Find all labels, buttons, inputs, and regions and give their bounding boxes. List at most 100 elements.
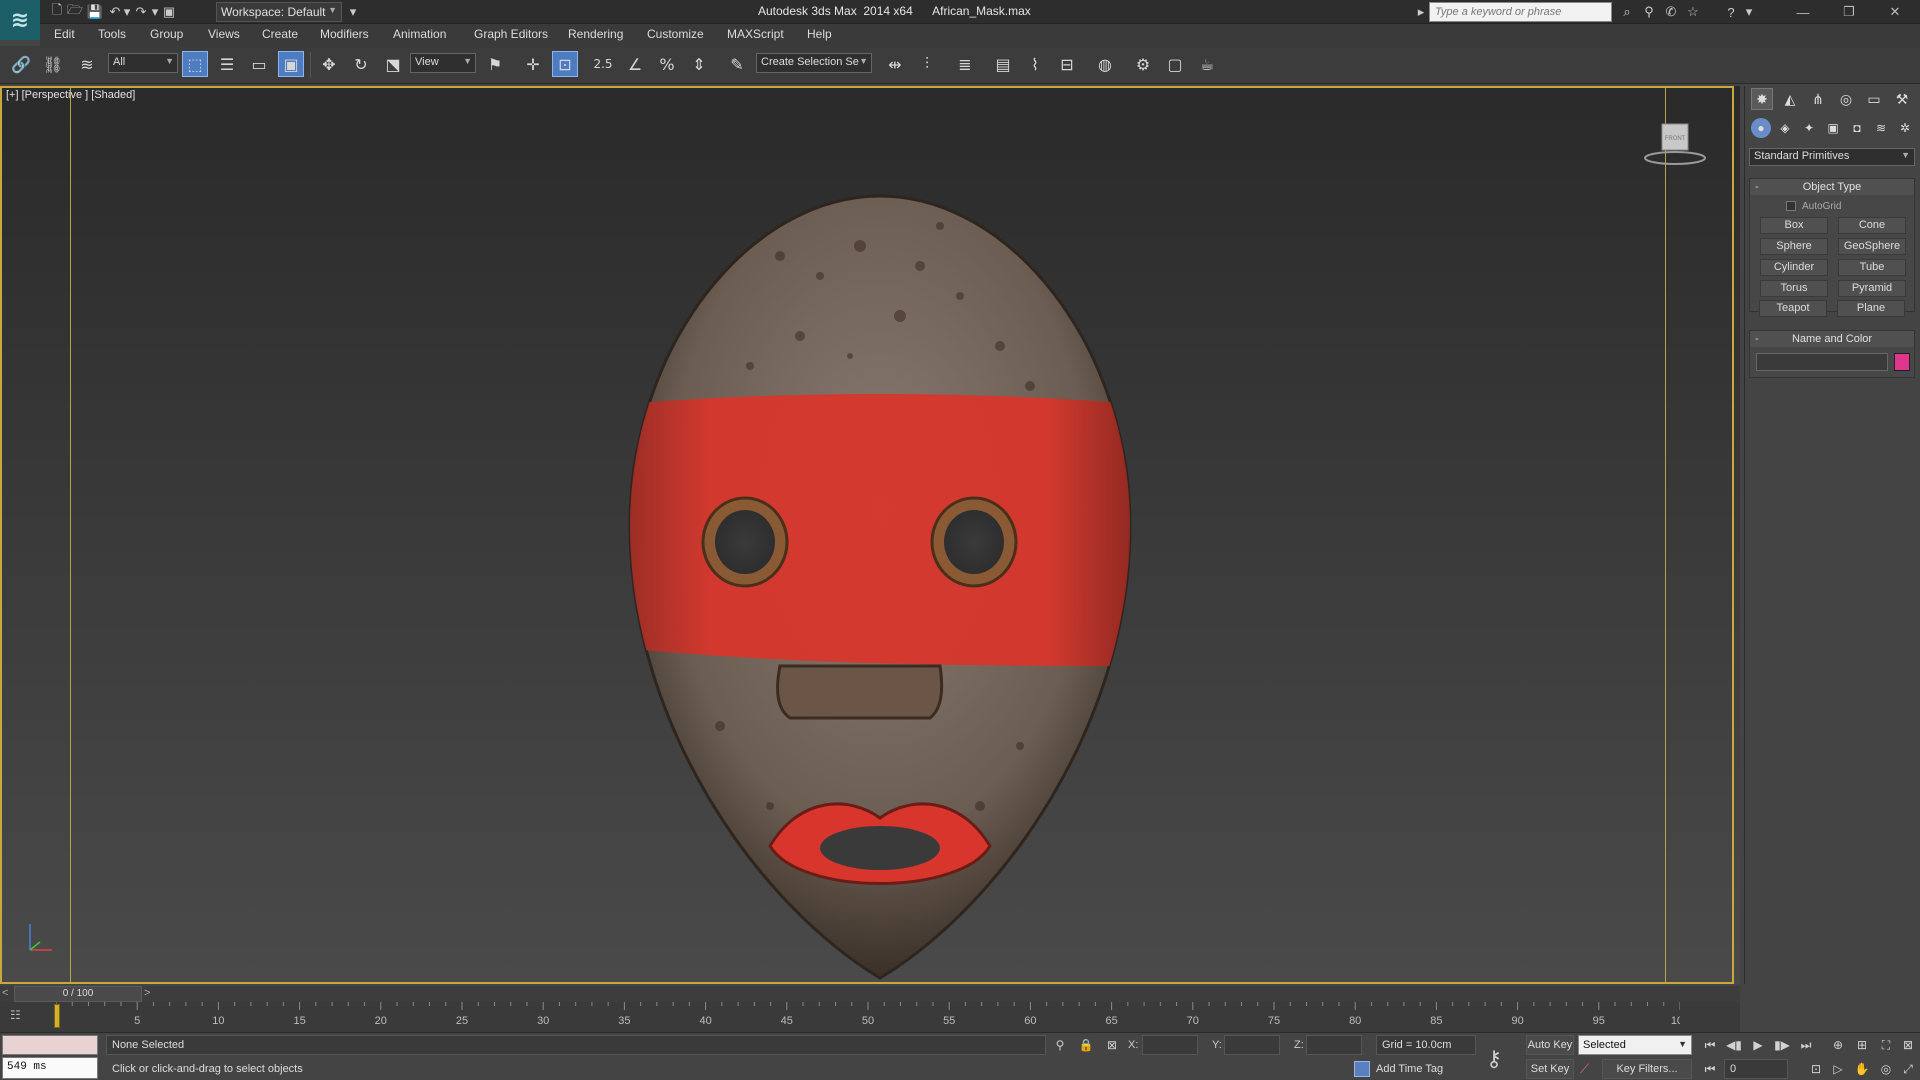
current-frame-marker[interactable] (54, 1004, 60, 1028)
next-key-icon[interactable]: ▮▶ (1772, 1035, 1792, 1055)
menu-group[interactable]: Group (150, 27, 183, 41)
menu-customize[interactable]: Customize (647, 27, 704, 41)
reference-coordinate-dropdown[interactable]: View ▼ (410, 53, 476, 73)
help-icon[interactable]: ? (1722, 3, 1740, 21)
search-input[interactable]: Type a keyword or phrase (1429, 2, 1612, 22)
cameras-category-icon[interactable]: ▣ (1823, 118, 1843, 138)
menu-views[interactable]: Views (208, 27, 240, 41)
maxscript-listener-input[interactable] (2, 1035, 98, 1055)
menu-modifiers[interactable]: Modifiers (320, 27, 369, 41)
key-mode-toggle-icon[interactable]: ⏮ (1700, 1059, 1720, 1079)
autogrid-checkbox[interactable]: AutoGrid (1786, 201, 1841, 212)
selection-lock-icon[interactable]: 🔒 (1078, 1037, 1094, 1053)
viewcube-icon[interactable]: FRONT (1640, 120, 1710, 170)
display-tab-icon[interactable]: ▭ (1863, 88, 1885, 110)
rendered-frame-window-icon[interactable]: ▢ (1162, 51, 1188, 77)
next-frame-arrow[interactable]: > (144, 987, 150, 999)
window-crossing-icon[interactable]: ▣ (278, 51, 304, 77)
open-file-icon[interactable]: 🗁 (66, 2, 84, 21)
align-icon[interactable]: ⫶ (914, 51, 940, 77)
sphere-button[interactable]: Sphere (1760, 238, 1828, 255)
menu-rendering[interactable]: Rendering (568, 27, 623, 41)
previous-key-icon[interactable]: ◀▮ (1724, 1035, 1744, 1055)
go-to-end-icon[interactable]: ⏭ (1796, 1035, 1816, 1055)
key-mode-selection-dropdown[interactable]: Selected ▼ (1578, 1035, 1692, 1055)
select-and-move-icon[interactable]: ✥ (316, 51, 342, 77)
hierarchy-tab-icon[interactable]: ⋔ (1807, 88, 1829, 110)
previous-frame-arrow[interactable]: < (2, 987, 8, 999)
object-type-header[interactable]: - Object Type (1750, 179, 1914, 195)
app-menu-logo-icon[interactable]: ≋ (0, 0, 40, 40)
favorites-star-icon[interactable]: ☆ (1684, 3, 1702, 21)
object-color-swatch[interactable] (1894, 353, 1910, 371)
go-to-start-icon[interactable]: ⏮ (1700, 1035, 1720, 1055)
project-folder-icon[interactable]: ▣ (160, 3, 178, 21)
primitive-type-dropdown[interactable]: Standard Primitives ▼ (1749, 148, 1915, 166)
add-time-tag-button[interactable]: Add Time Tag (1376, 1063, 1443, 1075)
systems-category-icon[interactable]: ✲ (1895, 118, 1915, 138)
render-production-icon[interactable]: ☕ (1194, 51, 1220, 77)
select-and-rotate-icon[interactable]: ↻ (348, 51, 374, 77)
box-button[interactable]: Box (1760, 217, 1828, 234)
select-and-manipulate-icon[interactable]: ✛ (520, 51, 546, 77)
menu-edit[interactable]: Edit (54, 27, 75, 41)
viewport-label-menu[interactable]: [+] [Perspective ] [Shaded] (6, 89, 135, 101)
maxscript-output[interactable]: 549 ms (2, 1057, 98, 1079)
subscription-icon[interactable]: ⚲ (1640, 3, 1658, 21)
snaps-toggle-icon[interactable]: 2.5 (590, 51, 616, 77)
zoom-all-icon[interactable]: ⊞ (1852, 1035, 1872, 1055)
geometry-category-icon[interactable]: ● (1751, 118, 1771, 138)
torus-button[interactable]: Torus (1760, 280, 1828, 297)
named-selection-dropdown[interactable]: Create Selection Se ▼ (756, 53, 872, 73)
modify-tab-icon[interactable]: ◭ (1779, 88, 1801, 110)
helpers-category-icon[interactable]: ◘ (1847, 118, 1867, 138)
menu-animation[interactable]: Animation (393, 27, 446, 41)
mini-curve-editor-icon[interactable]: ☷ (10, 1008, 21, 1022)
qat-customize-icon[interactable]: ▾ (344, 3, 362, 21)
lights-category-icon[interactable]: ✦ (1799, 118, 1819, 138)
field-of-view-icon[interactable]: ▷ (1828, 1059, 1848, 1079)
pyramid-button[interactable]: Pyramid (1838, 280, 1906, 297)
search-expand-icon[interactable]: ▸ (1412, 3, 1430, 21)
schematic-view-icon[interactable]: ⊟ (1054, 51, 1080, 77)
playback-config-icon[interactable]: ⊡ (1806, 1059, 1826, 1079)
maximize-viewport-icon[interactable]: ⤢ (1898, 1059, 1918, 1079)
utilities-tab-icon[interactable]: ⚒ (1891, 88, 1913, 110)
rectangular-selection-icon[interactable]: ▭ (246, 51, 272, 77)
zoom-extents-all-icon[interactable]: ⊠ (1898, 1035, 1918, 1055)
z-coordinate-field[interactable] (1306, 1035, 1362, 1055)
set-keys-key-icon[interactable]: ⚷ (1486, 1047, 1502, 1072)
object-name-input[interactable] (1756, 353, 1888, 371)
zoom-extents-icon[interactable]: ⛶ (1876, 1035, 1896, 1055)
shapes-category-icon[interactable]: ◈ (1775, 118, 1795, 138)
teapot-button[interactable]: Teapot (1759, 300, 1827, 317)
select-and-scale-icon[interactable]: ⬔ (380, 51, 406, 77)
minimize-icon[interactable]: — (1788, 2, 1818, 22)
set-key-button[interactable]: Set Key (1526, 1059, 1574, 1079)
menu-tools[interactable]: Tools (98, 27, 126, 41)
edit-named-selection-icon[interactable]: ✎ (724, 51, 750, 77)
graphite-ribbon-icon[interactable]: ▤ (990, 51, 1016, 77)
close-icon[interactable]: ✕ (1880, 2, 1910, 22)
name-and-color-header[interactable]: - Name and Color (1750, 331, 1914, 347)
menu-create[interactable]: Create (262, 27, 298, 41)
material-editor-icon[interactable]: ◍ (1092, 51, 1118, 77)
menu-graph-editors[interactable]: Graph Editors (474, 27, 548, 41)
spinner-snap-icon[interactable]: ⇕ (686, 51, 712, 77)
communication-center-icon[interactable]: ✆ (1662, 3, 1680, 21)
current-frame-input[interactable]: 0 (1724, 1059, 1788, 1079)
plane-button[interactable]: Plane (1837, 300, 1905, 317)
pan-view-icon[interactable]: ✋ (1852, 1059, 1872, 1079)
key-tangent-icon[interactable]: ⟋ (1580, 1061, 1589, 1077)
track-bar[interactable]: ☷ 5 10 15 20 25 30 35 40 45 50 55 60 65 70 75 80 85 90 95 1… (0, 1002, 1740, 1032)
select-by-name-icon[interactable]: ☰ (214, 51, 240, 77)
orbit-icon[interactable]: ◎ (1876, 1059, 1896, 1079)
absolute-mode-icon[interactable]: ⊠ (1104, 1037, 1120, 1053)
space-warps-category-icon[interactable]: ≋ (1871, 118, 1891, 138)
zoom-icon[interactable]: ⊕ (1828, 1035, 1848, 1055)
create-tab-icon[interactable]: ✸ (1751, 88, 1773, 110)
geosphere-button[interactable]: GeoSphere (1838, 238, 1906, 255)
binoculars-icon[interactable]: ⌕ (1618, 3, 1636, 21)
save-file-icon[interactable]: 💾 (86, 3, 104, 21)
isolate-selection-icon[interactable]: ⚲ (1052, 1037, 1068, 1053)
